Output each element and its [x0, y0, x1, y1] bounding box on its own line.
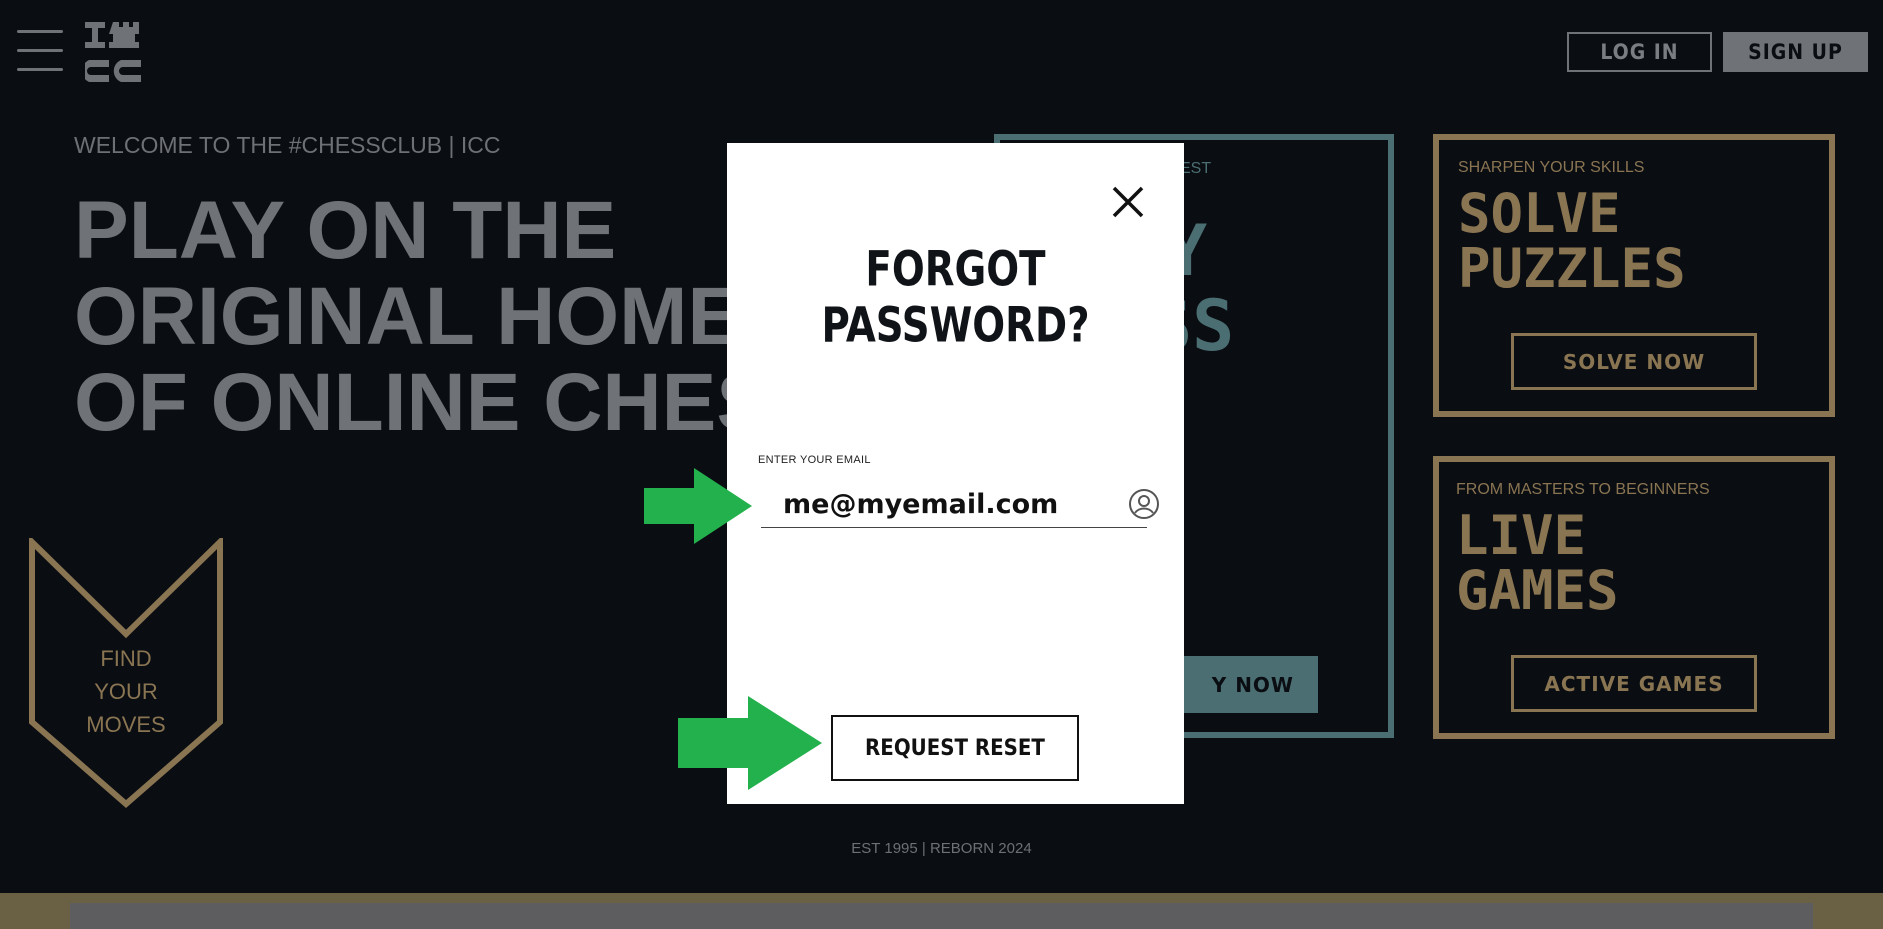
hero-heading: PLAY ON THE ORIGINAL HOME OF ONLINE CHES… — [74, 188, 826, 446]
hero-line-2: ORIGINAL HOME — [74, 271, 743, 362]
solve-now-button[interactable]: SOLVE NOW — [1511, 333, 1757, 390]
games-card-label: FROM MASTERS TO BEGINNERS — [1456, 481, 1710, 498]
hamburger-menu-icon[interactable] — [17, 30, 63, 72]
play-now-button[interactable]: Y NOW — [1170, 656, 1318, 713]
bottom-band — [0, 893, 1883, 929]
arrow-right-icon — [644, 468, 752, 544]
request-reset-button[interactable]: REQUEST RESET — [831, 715, 1079, 781]
hero-line-1: PLAY ON THE — [74, 185, 617, 276]
arrow-right-icon — [678, 696, 822, 790]
active-games-button[interactable]: ACTIVE GAMES — [1511, 655, 1757, 712]
welcome-text: WELCOME TO THE #CHESSCLUB | ICC — [74, 132, 501, 158]
email-input[interactable] — [761, 482, 1147, 528]
user-circle-icon — [1129, 489, 1159, 519]
puzzles-title-line-2: PUZZLES — [1458, 237, 1686, 300]
hero-line-3: OF ONLINE CHESS — [74, 357, 826, 448]
games-title-line-1: LIVE — [1456, 504, 1587, 567]
login-button[interactable]: LOG IN — [1567, 32, 1712, 72]
close-icon[interactable] — [1108, 182, 1148, 222]
chevron-line-3: MOVES — [86, 712, 166, 737]
est-text: EST 1995 | REBORN 2024 — [851, 840, 1032, 857]
icc-logo[interactable] — [85, 20, 149, 86]
games-title-line-2: GAMES — [1456, 559, 1619, 622]
modal-title: FORGOT PASSWORD? — [821, 242, 1090, 354]
puzzles-card-title: SOLVE PUZZLES — [1458, 186, 1686, 296]
chevron-line-2: YOUR — [94, 679, 158, 704]
signup-button[interactable]: SIGN UP — [1723, 32, 1868, 72]
play-card-label: EST — [1180, 160, 1212, 177]
chevron-line-1: FIND — [100, 646, 152, 671]
email-label: ENTER YOUR EMAIL — [758, 454, 871, 466]
puzzles-card-label: SHARPEN YOUR SKILLS — [1458, 159, 1645, 176]
find-moves-text: FIND YOUR MOVES — [28, 642, 224, 741]
games-card-title: LIVE GAMES — [1456, 508, 1619, 618]
puzzles-title-line-1: SOLVE — [1458, 182, 1621, 245]
